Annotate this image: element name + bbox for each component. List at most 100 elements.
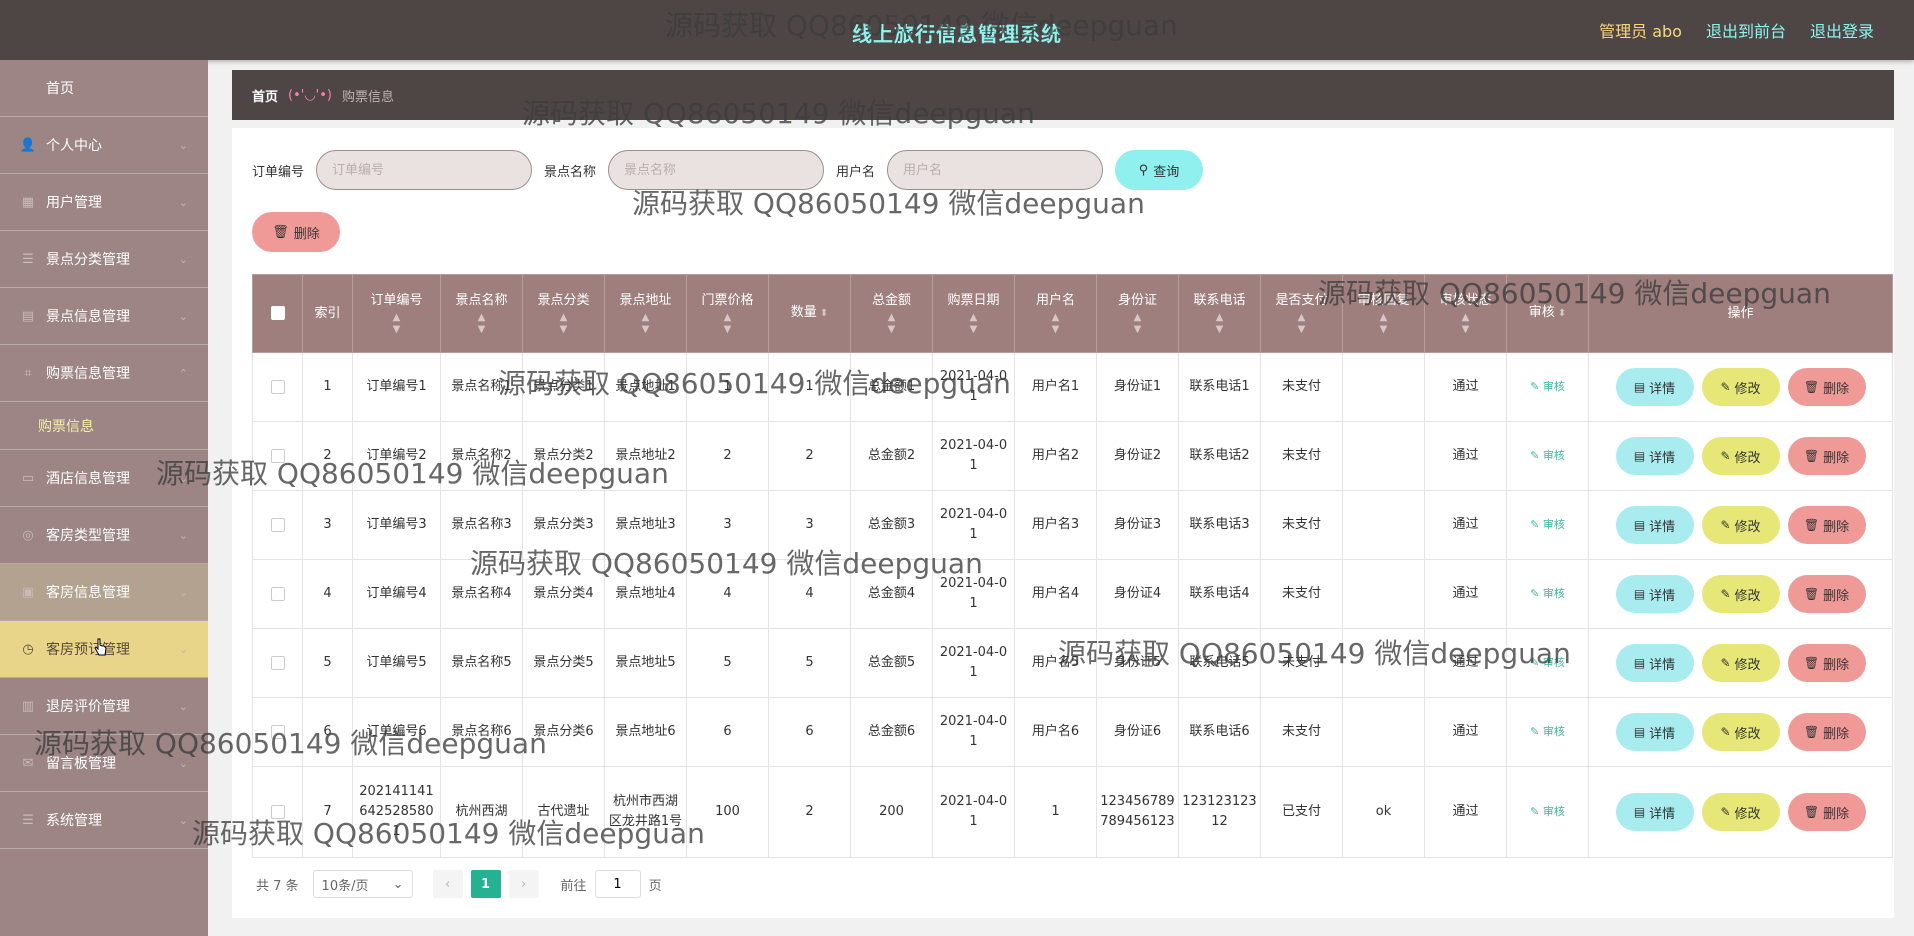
- sidebar-item-spot-info[interactable]: ▤ 景点信息管理 ⌄: [0, 288, 208, 345]
- audit-link[interactable]: ✎ 审核: [1530, 725, 1565, 738]
- logout-link[interactable]: 退出登录: [1810, 18, 1874, 42]
- sort-icon[interactable]: ⬍: [820, 308, 828, 319]
- delete-button[interactable]: 🗑 删除: [1787, 506, 1866, 544]
- row-checkbox[interactable]: [270, 586, 285, 601]
- sort-icon[interactable]: ▲ ▼: [525, 312, 602, 336]
- sidebar-item-room-info[interactable]: ▣ 客房信息管理 ⌄: [0, 564, 208, 621]
- delete-button[interactable]: 🗑 删除: [1787, 713, 1866, 751]
- edit-button[interactable]: ✎ 修改: [1701, 437, 1780, 475]
- audit-link[interactable]: ✎ 审核: [1530, 656, 1565, 669]
- detail-button[interactable]: ▤ 详情: [1615, 506, 1694, 544]
- sort-icon[interactable]: ▲ ▼: [1099, 312, 1176, 336]
- sidebar-item-checkout-review[interactable]: ▥ 退房评价管理 ⌄: [0, 678, 208, 735]
- detail-button[interactable]: ▤ 详情: [1615, 575, 1694, 613]
- delete-button[interactable]: 🗑 删除: [1787, 368, 1866, 406]
- sort-icon[interactable]: ▲ ▼: [355, 312, 438, 336]
- column-header[interactable]: 联系电话 ▲ ▼: [1178, 274, 1261, 353]
- admin-label: 管理员 abo: [1599, 22, 1682, 41]
- row-checkbox[interactable]: [270, 655, 285, 670]
- sidebar-item-hotel[interactable]: ▭ 酒店信息管理 ⌄: [0, 450, 208, 507]
- sidebar-item-spot-category[interactable]: ☰ 景点分类管理 ⌄: [0, 231, 208, 288]
- audit-link[interactable]: ✎ 审核: [1530, 518, 1565, 531]
- detail-button[interactable]: ▤ 详情: [1615, 713, 1694, 751]
- row-checkbox[interactable]: [270, 724, 285, 739]
- column-header[interactable]: 用户名 ▲ ▼: [1014, 274, 1097, 353]
- column-header[interactable]: 是否支付 ▲ ▼: [1260, 274, 1343, 353]
- audit-link[interactable]: ✎ 审核: [1530, 449, 1565, 462]
- audit-link[interactable]: ✎ 审核: [1530, 805, 1565, 818]
- comment-icon: ▥: [21, 698, 35, 714]
- cell-phone: 联系电话5: [1178, 628, 1261, 698]
- detail-button[interactable]: ▤ 详情: [1615, 437, 1694, 475]
- user-input[interactable]: [887, 150, 1104, 190]
- row-checkbox[interactable]: [270, 804, 285, 819]
- column-header[interactable]: 购票日期 ▲ ▼: [932, 274, 1015, 353]
- edit-button[interactable]: ✎ 修改: [1701, 368, 1780, 406]
- audit-link[interactable]: ✎ 审核: [1530, 380, 1565, 393]
- sort-icon[interactable]: ▲ ▼: [1017, 312, 1094, 336]
- edit-button[interactable]: ✎ 修改: [1701, 506, 1780, 544]
- row-checkbox[interactable]: [270, 379, 285, 394]
- prev-page-button[interactable]: ‹: [432, 870, 463, 898]
- column-header[interactable]: 审核状态 ▲ ▼: [1424, 274, 1507, 353]
- detail-button[interactable]: ▤ 详情: [1615, 793, 1694, 831]
- delete-button[interactable]: 🗑 删除: [1787, 575, 1866, 613]
- edit-button[interactable]: ✎ 修改: [1701, 713, 1780, 751]
- sort-icon[interactable]: ▲ ▼: [1345, 312, 1422, 336]
- sidebar-item-room-type[interactable]: ◎ 客房类型管理 ⌄: [0, 507, 208, 564]
- delete-button[interactable]: 🗑 删除: [1787, 644, 1866, 682]
- query-button-label: 查询: [1153, 163, 1180, 179]
- delete-button[interactable]: 🗑 删除: [1787, 793, 1866, 831]
- edit-button[interactable]: ✎ 修改: [1701, 793, 1780, 831]
- sort-icon[interactable]: ▲ ▼: [853, 312, 930, 336]
- sidebar-item-home[interactable]: 首页: [0, 60, 208, 117]
- column-header[interactable]: 门票价格 ▲ ▼: [686, 274, 769, 353]
- column-header[interactable]: 景点分类 ▲ ▼: [522, 274, 605, 353]
- sidebar-item-message-board[interactable]: ✉ 留言板管理 ⌄: [0, 735, 208, 792]
- spot-input[interactable]: [608, 150, 825, 190]
- edit-button[interactable]: ✎ 修改: [1701, 644, 1780, 682]
- select-all-checkbox[interactable]: [270, 306, 285, 320]
- column-header[interactable]: 总金额 ▲ ▼: [850, 274, 933, 353]
- order-input[interactable]: [316, 150, 533, 190]
- sort-icon[interactable]: ▲ ▼: [1181, 312, 1258, 336]
- page-size-select[interactable]: 10条/页 ⌄: [312, 870, 413, 898]
- row-checkbox[interactable]: [270, 448, 285, 463]
- sort-icon[interactable]: ▲ ▼: [1263, 312, 1340, 336]
- breadcrumb-home[interactable]: 首页: [252, 86, 278, 105]
- sort-icon[interactable]: ▲ ▼: [935, 312, 1012, 336]
- sort-icon[interactable]: ⬍: [1558, 308, 1566, 319]
- batch-delete-button[interactable]: 🗑 删除: [252, 212, 340, 252]
- detail-button[interactable]: ▤ 详情: [1615, 644, 1694, 682]
- edit-button[interactable]: ✎ 修改: [1701, 575, 1780, 613]
- ticket-table: 索引 订单编号 ▲ ▼ 景点名称 ▲ ▼ 景点分类 ▲ ▼ 景点地址 ▲ ▼ 门票价格 ▲ ▼ 数量…: [252, 274, 1893, 858]
- page-number-current[interactable]: 1: [470, 870, 501, 898]
- column-header-label: 景点分类: [537, 292, 590, 308]
- exit-to-front-link[interactable]: 退出到前台: [1706, 18, 1786, 42]
- sort-icon[interactable]: ▲ ▼: [607, 312, 684, 336]
- delete-button[interactable]: 🗑 删除: [1787, 437, 1866, 475]
- sidebar-item-ticket[interactable]: ⌗ 购票信息管理 ⌃: [0, 345, 208, 402]
- sort-icon[interactable]: ▲ ▼: [443, 312, 520, 336]
- next-page-button[interactable]: ›: [508, 870, 539, 898]
- document-icon: ▤: [1633, 725, 1646, 739]
- cell-phone: 联系电话4: [1178, 559, 1261, 629]
- detail-button[interactable]: ▤ 详情: [1615, 368, 1694, 406]
- row-checkbox[interactable]: [270, 517, 285, 532]
- audit-link[interactable]: ✎ 审核: [1530, 587, 1565, 600]
- submenu-ticket-info[interactable]: 购票信息: [0, 402, 208, 450]
- sidebar-item-users[interactable]: ▦ 用户管理 ⌄: [0, 174, 208, 231]
- sidebar-item-personal[interactable]: 👤 个人中心 ⌄: [0, 117, 208, 174]
- column-header[interactable]: 审核 ⬍: [1506, 274, 1589, 353]
- column-header[interactable]: 景点名称 ▲ ▼: [440, 274, 523, 353]
- column-header[interactable]: 数量 ⬍: [768, 274, 851, 353]
- column-header[interactable]: 身份证 ▲ ▼: [1096, 274, 1179, 353]
- sort-icon[interactable]: ▲ ▼: [1427, 312, 1504, 336]
- column-header[interactable]: 审核回复 ▲ ▼: [1342, 274, 1425, 353]
- query-button[interactable]: ⚲ 查询: [1115, 150, 1204, 190]
- sidebar-item-system[interactable]: ☰ 系统管理 ⌄: [0, 792, 208, 849]
- column-header[interactable]: 订单编号 ▲ ▼: [352, 274, 441, 353]
- sort-icon[interactable]: ▲ ▼: [689, 312, 766, 336]
- goto-page-input[interactable]: [594, 870, 641, 898]
- column-header[interactable]: 景点地址 ▲ ▼: [604, 274, 687, 353]
